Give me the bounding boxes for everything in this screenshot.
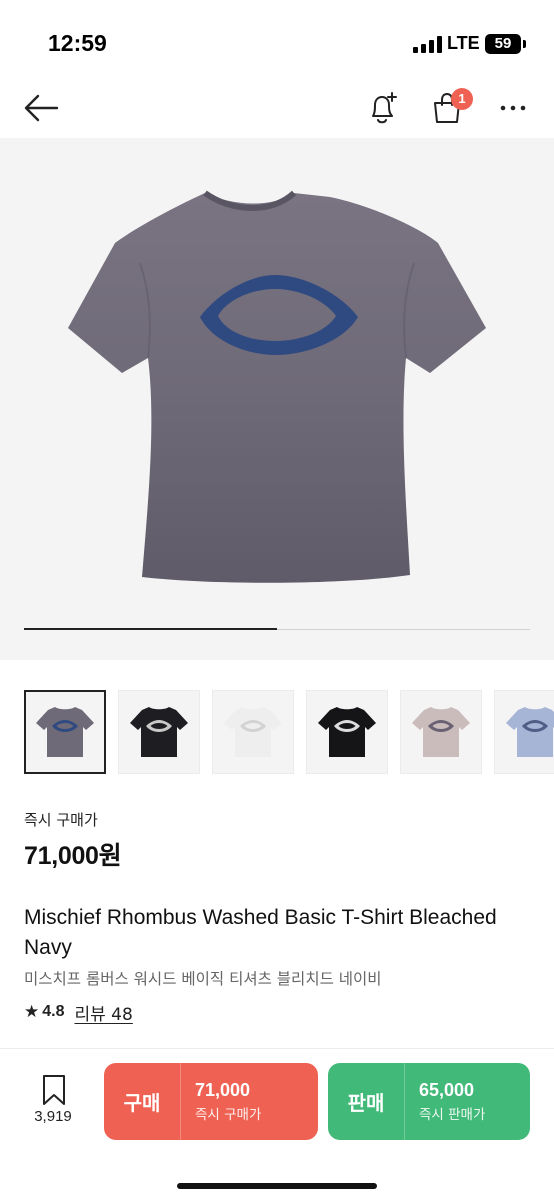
- bookmark-icon: [43, 1075, 65, 1105]
- more-dots-icon: [500, 105, 526, 111]
- wishlist-count: 3,919: [34, 1108, 72, 1125]
- product-title-korean: 미스치프 롬버스 워시드 베이직 티셔츠 블리치드 네이비: [24, 970, 382, 988]
- tshirt-thumbnail-icon: [506, 707, 554, 757]
- buy-info: 71,000 즉시 구매가: [181, 1080, 261, 1123]
- tshirt-thumbnail-icon: [36, 707, 94, 757]
- bell-plus-icon: [372, 92, 397, 124]
- product-image-carousel[interactable]: [0, 138, 554, 660]
- sell-sub-label: 즉시 판매가: [419, 1107, 486, 1123]
- notification-add-button[interactable]: [362, 86, 404, 130]
- review-link[interactable]: 리뷰 48: [75, 1000, 133, 1025]
- rating-row: ★ 4.8 리뷰 48: [24, 1000, 133, 1025]
- product-tshirt-image: [68, 190, 486, 583]
- tshirt-thumbnail-icon: [412, 707, 470, 757]
- tshirt-thumbnail-icon: [130, 707, 188, 757]
- color-thumbnail-black-alt[interactable]: [306, 690, 388, 774]
- status-time: 12:59: [48, 30, 107, 56]
- sell-price: 65,000: [419, 1080, 475, 1100]
- cart-count-badge: 1: [451, 88, 473, 110]
- home-indicator: [177, 1183, 377, 1189]
- color-thumbnail-bleached-navy[interactable]: [24, 690, 106, 774]
- color-thumbnail-light-blue[interactable]: [494, 690, 554, 774]
- color-thumbnail-pink-gray[interactable]: [400, 690, 482, 774]
- star-icon: ★: [24, 1002, 40, 1022]
- buy-button[interactable]: 구매 71,000 즉시 구매가: [104, 1063, 318, 1140]
- image-progress-track: [24, 628, 530, 630]
- color-thumbnail-black[interactable]: [118, 690, 200, 774]
- back-arrow-icon: [24, 94, 59, 122]
- tshirt-thumbnail-icon: [224, 707, 282, 757]
- network-type: LTE: [447, 33, 480, 53]
- battery-icon: 59: [485, 34, 526, 54]
- shopping-bag-button[interactable]: 1: [425, 86, 473, 130]
- divider: [0, 1048, 554, 1049]
- cellular-signal-icon: [413, 36, 443, 53]
- buy-price: 71,000: [195, 1080, 251, 1100]
- top-nav-bar: 1: [0, 80, 554, 136]
- buy-sub-label: 즉시 구매가: [195, 1107, 262, 1123]
- back-button[interactable]: [20, 88, 62, 128]
- status-bar: 12:59 LTE 59: [0, 0, 554, 80]
- instant-buy-price-label: 즉시 구매가: [24, 811, 98, 829]
- sell-info: 65,000 즉시 판매가: [405, 1080, 485, 1123]
- product-title: Mischief Rhombus Washed Basic T-Shirt Bl…: [24, 906, 497, 959]
- sell-button[interactable]: 판매 65,000 즉시 판매가: [328, 1063, 530, 1140]
- rating-value: 4.8: [42, 1003, 65, 1020]
- more-options-button[interactable]: [492, 86, 534, 130]
- color-thumbnail-list: [0, 690, 554, 774]
- wishlist-button[interactable]: 3,919: [24, 1072, 82, 1132]
- sell-label: 판매: [347, 1091, 385, 1115]
- instant-buy-price: 71,000원: [24, 842, 122, 870]
- tshirt-thumbnail-icon: [318, 707, 376, 757]
- buy-label: 구매: [123, 1091, 161, 1115]
- color-thumbnail-white[interactable]: [212, 690, 294, 774]
- image-progress-indicator: [24, 628, 277, 630]
